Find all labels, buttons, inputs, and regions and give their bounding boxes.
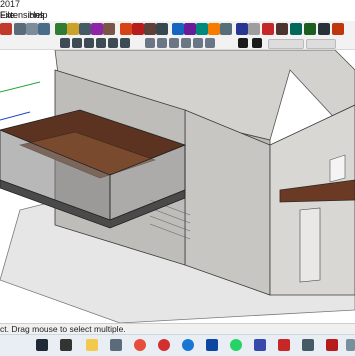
- task-view-2-icon[interactable]: [60, 339, 72, 351]
- rotate-icon[interactable]: [196, 23, 208, 35]
- arc-icon[interactable]: [132, 23, 144, 35]
- layers-icon[interactable]: [304, 23, 316, 35]
- push-pull-icon[interactable]: [172, 23, 184, 35]
- line-icon[interactable]: [120, 23, 132, 35]
- section-plane-icon[interactable]: [262, 23, 274, 35]
- eraser-icon[interactable]: [91, 23, 103, 35]
- materials-icon[interactable]: [290, 23, 302, 35]
- shadows-icon[interactable]: [238, 38, 248, 48]
- edge-icon[interactable]: [182, 339, 194, 351]
- store-icon[interactable]: [110, 339, 122, 351]
- select-icon[interactable]: [79, 23, 91, 35]
- mail-icon[interactable]: [206, 339, 218, 351]
- views-toolbar: [0, 37, 355, 50]
- chrome-icon[interactable]: [134, 339, 146, 351]
- whatsapp-icon[interactable]: [230, 339, 242, 351]
- date-slider[interactable]: [306, 39, 336, 49]
- tape-measure-icon[interactable]: [236, 23, 248, 35]
- paint-bucket-icon[interactable]: [0, 23, 12, 35]
- zoom-extents-icon[interactable]: [38, 23, 50, 35]
- task-view-icon[interactable]: [36, 339, 48, 351]
- app-icon[interactable]: [346, 339, 355, 351]
- interior-door: [299, 207, 321, 283]
- pencil-icon[interactable]: [103, 23, 115, 35]
- pan-icon[interactable]: [67, 23, 79, 35]
- move-icon[interactable]: [184, 23, 196, 35]
- styles-icon[interactable]: [318, 23, 330, 35]
- taskbar: [0, 334, 355, 356]
- house-model: [0, 49, 355, 324]
- photos-icon[interactable]: [254, 339, 266, 351]
- file-explorer-icon[interactable]: [86, 339, 98, 351]
- front-view-icon[interactable]: [84, 38, 94, 48]
- xray-icon[interactable]: [145, 38, 155, 48]
- menu-help[interactable]: Help: [29, 10, 48, 20]
- circle-icon[interactable]: [156, 23, 168, 35]
- back-view-icon[interactable]: [108, 38, 118, 48]
- window: [329, 154, 346, 183]
- rectangle-icon[interactable]: [144, 23, 156, 35]
- settings-icon[interactable]: [326, 339, 338, 351]
- zoom-window-icon[interactable]: [26, 23, 38, 35]
- green-axis: [0, 81, 41, 93]
- title-bar: 2017: [0, 0, 355, 10]
- menu-bar: File Extensions Help: [0, 10, 355, 21]
- components-icon[interactable]: [276, 23, 288, 35]
- monochrome-icon[interactable]: [205, 38, 215, 48]
- iso-view-icon[interactable]: [60, 38, 70, 48]
- media-icon[interactable]: [278, 339, 290, 351]
- wireframe-icon[interactable]: [157, 38, 167, 48]
- right-view-icon[interactable]: [96, 38, 106, 48]
- scenes-icon[interactable]: [332, 23, 344, 35]
- fog-icon[interactable]: [252, 38, 262, 48]
- model-viewport[interactable]: [0, 49, 355, 324]
- text-icon[interactable]: [248, 23, 260, 35]
- zoom-icon[interactable]: [14, 23, 26, 35]
- scale-icon[interactable]: [208, 23, 220, 35]
- left-view-icon[interactable]: [120, 38, 130, 48]
- sketchup-icon[interactable]: [302, 339, 314, 351]
- status-text: ct. Drag mouse to select multiple.: [0, 324, 126, 334]
- top-view-icon[interactable]: [72, 38, 82, 48]
- time-slider[interactable]: [268, 39, 304, 49]
- orbit-icon[interactable]: [55, 23, 67, 35]
- offset-icon[interactable]: [220, 23, 232, 35]
- main-toolbar: [0, 21, 355, 38]
- window-title: 2017: [0, 0, 21, 9]
- shaded-icon[interactable]: [181, 38, 191, 48]
- opera-icon[interactable]: [158, 339, 170, 351]
- textured-icon[interactable]: [193, 38, 203, 48]
- blue-axis: [0, 111, 31, 121]
- hidden-line-icon[interactable]: [169, 38, 179, 48]
